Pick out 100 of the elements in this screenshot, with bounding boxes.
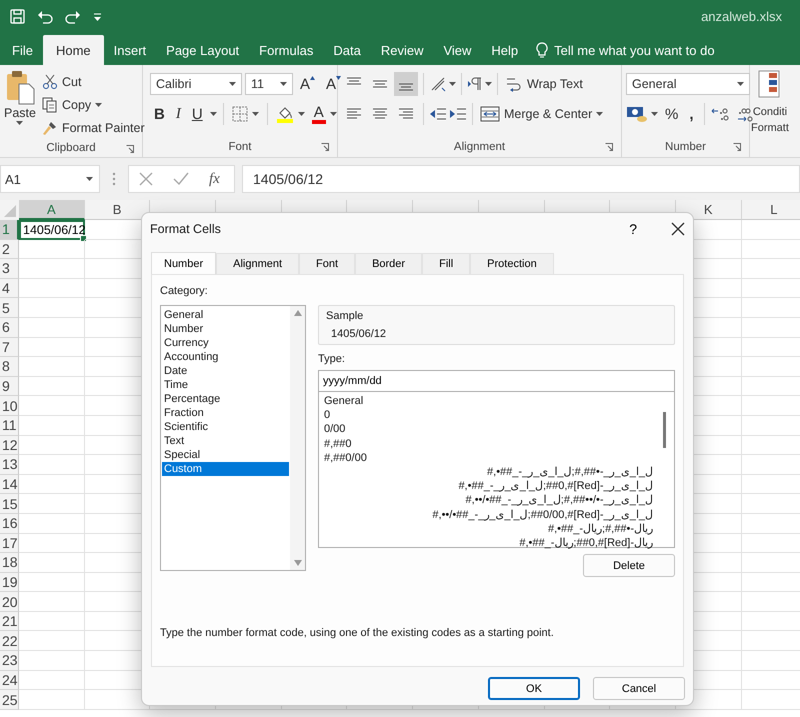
font-size-combo[interactable]: 11 [245, 73, 293, 95]
list-item[interactable]: Accounting [162, 350, 289, 364]
list-item[interactable]: ل_ا_ی_ر_-[Red]#,##0/00;ل_ا_ی_ر_-_##•/••,# [322, 508, 653, 522]
row-header[interactable]: 22 [0, 631, 19, 652]
table-cell[interactable] [19, 553, 85, 573]
percent-button[interactable]: % [661, 104, 682, 124]
font-name-combo[interactable]: Calibri [150, 73, 242, 95]
list-item[interactable]: 0/00 [322, 422, 653, 437]
scrollbar-thumb[interactable] [663, 412, 666, 448]
list-item[interactable]: Date [162, 364, 289, 378]
list-item[interactable]: General [162, 308, 289, 322]
close-icon[interactable] [671, 222, 685, 236]
table-cell[interactable] [19, 631, 85, 652]
table-cell[interactable] [19, 436, 85, 456]
name-box[interactable]: A1 [0, 165, 100, 193]
dialog-tab[interactable]: Protection [470, 253, 554, 274]
category-list[interactable]: General Number Currency Accounting Date Time Percentage Fraction Scientific Text Special Custom [160, 305, 306, 571]
list-item[interactable]: Percentage [162, 392, 289, 406]
borders-button[interactable] [230, 105, 261, 123]
list-item[interactable]: Scientific [162, 420, 289, 434]
format-painter-button[interactable]: Format Painter [40, 116, 147, 139]
row-header[interactable]: 6 [0, 318, 19, 338]
font-color-button[interactable]: A [310, 104, 339, 124]
italic-button[interactable]: I [172, 104, 185, 124]
cancel-icon[interactable] [139, 172, 153, 186]
text-direction-icon[interactable] [467, 76, 483, 92]
merge-center-button[interactable]: Merge & Center [478, 104, 606, 124]
ribbon-tab[interactable]: Data [323, 35, 371, 65]
column-header[interactable]: B [84, 200, 150, 220]
list-item[interactable]: General [322, 394, 653, 408]
row-header[interactable]: 20 [0, 592, 19, 612]
bottom-align-icon[interactable] [394, 72, 418, 96]
table-cell[interactable] [19, 376, 85, 396]
row-header[interactable]: 10 [0, 396, 19, 416]
row-header[interactable]: 19 [0, 572, 19, 592]
row-header[interactable]: 7 [0, 338, 19, 358]
customize-icon[interactable] [93, 12, 102, 20]
list-item[interactable]: ل_ا_ی_ر_-•/••##,#;ل_ا_ی_ر_-_##•/••,# [322, 493, 653, 508]
type-field[interactable]: yyyy/mm/dd [318, 370, 675, 392]
list-item[interactable]: ریال-•##,#;ریال-_##•,# [322, 522, 653, 536]
row-header[interactable]: 23 [0, 651, 19, 671]
column-header[interactable]: L [742, 200, 800, 220]
table-cell[interactable] [19, 338, 85, 358]
row-header[interactable]: 25 [0, 690, 19, 710]
row-header[interactable]: 8 [0, 357, 19, 377]
table-cell[interactable] [19, 416, 85, 436]
table-cell[interactable] [19, 670, 85, 690]
cancel-button[interactable]: Cancel [593, 677, 685, 700]
row-header[interactable]: 15 [0, 494, 19, 514]
table-cell[interactable] [19, 240, 85, 260]
paste-button[interactable]: Paste [4, 69, 36, 139]
orientation-icon[interactable] [429, 75, 447, 93]
redo-icon[interactable] [65, 10, 81, 24]
wrap-text-button[interactable]: Wrap Text [503, 74, 585, 94]
table-cell[interactable] [19, 690, 85, 710]
row-header[interactable]: 5 [0, 298, 19, 318]
tell-me-field[interactable]: Tell me what you want to do [554, 42, 744, 58]
format-list[interactable] [318, 392, 675, 548]
table-cell[interactable] [19, 259, 85, 279]
row-header[interactable]: 18 [0, 553, 19, 573]
list-item[interactable]: Fraction [162, 406, 289, 420]
list-item[interactable]: Special [162, 448, 289, 462]
more-options-icon[interactable] [112, 172, 116, 186]
ribbon-tab[interactable]: Review [370, 35, 434, 65]
dialog-tab[interactable]: Border [355, 253, 422, 274]
table-cell[interactable] [19, 534, 85, 554]
row-header[interactable]: 4 [0, 278, 19, 298]
dialog-tab[interactable]: Fill [422, 253, 470, 274]
table-cell[interactable] [19, 514, 85, 534]
dialog-launcher-icon[interactable] [321, 143, 329, 151]
dialog-tab[interactable]: Font [299, 253, 356, 274]
table-cell[interactable] [19, 357, 85, 377]
insert-function-button[interactable]: fx [209, 170, 220, 188]
ribbon-tab[interactable]: Formulas [249, 35, 324, 65]
table-cell[interactable] [19, 651, 85, 671]
underline-button[interactable]: U [188, 104, 207, 124]
table-cell[interactable] [19, 572, 85, 592]
row-header[interactable]: 13 [0, 455, 19, 475]
row-header[interactable]: 16 [0, 514, 19, 534]
row-header[interactable]: 1 [0, 220, 19, 240]
list-item[interactable]: Currency [162, 336, 289, 350]
undo-icon[interactable] [37, 10, 53, 24]
dialog-tab[interactable]: Alignment [216, 253, 300, 274]
table-cell[interactable] [19, 494, 85, 514]
ribbon-tab[interactable]: Page Layout [156, 35, 250, 65]
cut-button[interactable]: Cut [40, 70, 147, 93]
help-button[interactable]: ? [625, 221, 641, 237]
select-all-icon[interactable] [0, 200, 19, 220]
column-header[interactable]: A [19, 200, 85, 220]
row-header[interactable]: 17 [0, 534, 19, 554]
scroll-down-icon[interactable] [294, 560, 302, 566]
dialog-launcher-icon[interactable] [126, 145, 134, 153]
table-cell[interactable] [19, 455, 85, 475]
ribbon-tab[interactable]: Help [481, 35, 528, 65]
row-header[interactable]: 9 [0, 376, 19, 396]
list-item[interactable]: #,##0/00 [322, 450, 653, 466]
list-item[interactable]: Text [162, 434, 289, 448]
ribbon-tab[interactable]: Insert [104, 35, 156, 65]
enter-icon[interactable] [173, 172, 189, 186]
row-header[interactable]: 2 [0, 240, 19, 260]
